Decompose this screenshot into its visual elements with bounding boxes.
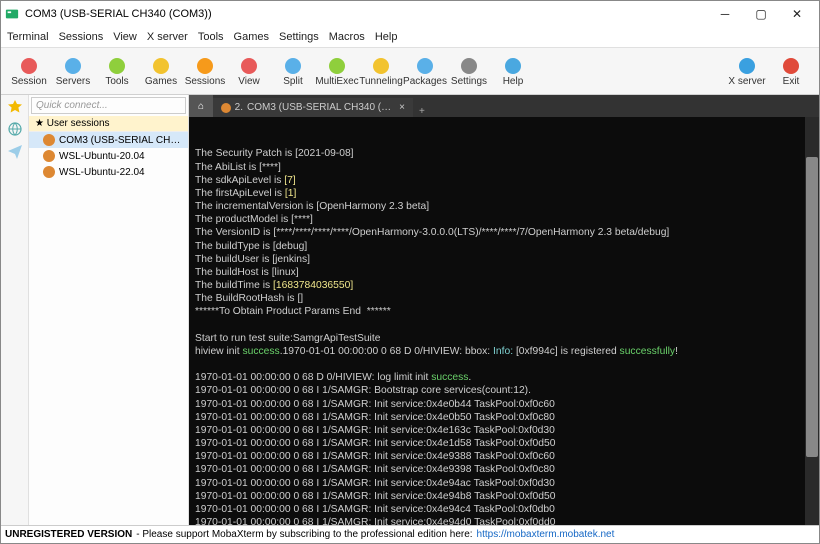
menu-help[interactable]: Help — [375, 31, 398, 43]
tool-help[interactable]: Help — [491, 56, 535, 87]
menu-settings[interactable]: Settings — [279, 31, 319, 43]
tool-multiexec[interactable]: MultiExec — [315, 56, 359, 87]
tool-servers[interactable]: Servers — [51, 56, 95, 87]
terminal-scrollbar[interactable] — [805, 117, 819, 525]
menu-sessions[interactable]: Sessions — [59, 31, 104, 43]
scrollbar-thumb[interactable] — [806, 157, 818, 457]
new-tab-button[interactable]: + — [413, 106, 431, 117]
status-message: - Please support MobaXterm by subscribin… — [136, 529, 472, 540]
menu-bar: Terminal Sessions View X server Tools Games Se… — [1, 27, 819, 47]
tool-tunneling[interactable]: Tunneling — [359, 56, 403, 87]
globe-icon[interactable] — [7, 121, 23, 137]
tool-exit[interactable]: Exit — [769, 56, 813, 87]
terminal-text: The Security Patch is [2021-09-08] The A… — [195, 147, 813, 525]
unregistered-label: UNREGISTERED VERSION — [5, 529, 132, 540]
home-tab[interactable]: ⌂ — [189, 95, 213, 117]
menu-tools[interactable]: Tools — [198, 31, 224, 43]
menu-games[interactable]: Games — [234, 31, 269, 43]
tool-settings[interactable]: Settings — [447, 56, 491, 87]
close-button[interactable]: ✕ — [779, 1, 815, 27]
session-item[interactable]: WSL-Ubuntu-22.04 — [29, 164, 188, 180]
menu-terminal[interactable]: Terminal — [7, 31, 49, 43]
window-title: COM3 (USB-SERIAL CH340 (COM3)) — [25, 8, 707, 20]
menu-x-server[interactable]: X server — [147, 31, 188, 43]
tab-bar: ⌂ 2. COM3 (USB-SERIAL CH340 (CO × + — [189, 95, 819, 117]
tool-x-server[interactable]: X server — [725, 56, 769, 87]
tool-session[interactable]: Session — [7, 56, 51, 87]
session-item[interactable]: COM3 (USB-SERIAL CH340 (COM3)) — [29, 132, 188, 148]
star-icon[interactable] — [7, 99, 23, 115]
app-icon — [5, 7, 19, 21]
star-icon: ★ — [35, 118, 47, 129]
tool-view[interactable]: View — [227, 56, 271, 87]
tool-games[interactable]: Games — [139, 56, 183, 87]
minimize-button[interactable]: ─ — [707, 1, 743, 27]
maximize-button[interactable]: ▢ — [743, 1, 779, 27]
title-bar: COM3 (USB-SERIAL CH340 (COM3)) ─ ▢ ✕ — [1, 1, 819, 27]
terminal-tab[interactable]: 2. COM3 (USB-SERIAL CH340 (CO × — [213, 98, 413, 117]
status-bar: UNREGISTERED VERSION - Please support Mo… — [1, 525, 819, 543]
left-rail — [1, 95, 29, 525]
serial-icon — [221, 103, 231, 113]
tool-sessions[interactable]: Sessions — [183, 56, 227, 87]
session-icon — [43, 134, 55, 146]
menu-macros[interactable]: Macros — [329, 31, 365, 43]
support-link[interactable]: https://mobaxterm.mobatek.net — [477, 529, 615, 540]
session-item[interactable]: WSL-Ubuntu-20.04 — [29, 148, 188, 164]
paperplane-icon[interactable] — [7, 143, 23, 159]
sidebar: Quick connect... ★ User sessions COM3 (U… — [29, 95, 189, 525]
sessions-heading[interactable]: ★ User sessions — [29, 116, 188, 132]
terminal-output[interactable]: The Security Patch is [2021-09-08] The A… — [189, 117, 819, 525]
quick-connect-input[interactable]: Quick connect... — [31, 97, 186, 114]
session-icon — [43, 166, 55, 178]
session-icon — [43, 150, 55, 162]
tool-tools[interactable]: Tools — [95, 56, 139, 87]
close-tab-icon[interactable]: × — [399, 102, 405, 113]
tool-packages[interactable]: Packages — [403, 56, 447, 87]
toolbar: SessionServersToolsGamesSessionsViewSpli… — [1, 47, 819, 95]
menu-view[interactable]: View — [113, 31, 137, 43]
tool-split[interactable]: Split — [271, 56, 315, 87]
